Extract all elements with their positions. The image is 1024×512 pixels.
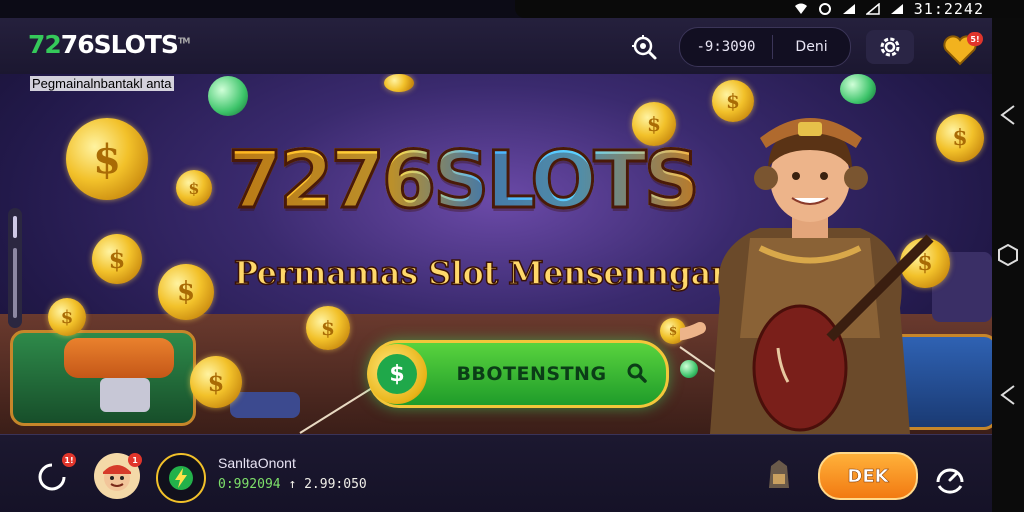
scroll-thumb[interactable] [13, 216, 17, 238]
slot-reel-decor [64, 338, 174, 378]
refresh-badge: 1! [62, 453, 76, 467]
home-icon[interactable] [998, 244, 1018, 266]
coin-decor: $ [176, 170, 212, 206]
go-button[interactable]: DEK [818, 452, 918, 500]
balance-amount: -9:3090 [696, 39, 756, 55]
winner-amount-sep: ↑ [288, 477, 297, 492]
search-button[interactable] [627, 30, 661, 64]
winner-amount: 0:992094 ↑ 2.99:050 [218, 477, 367, 492]
system-navigation-bar [992, 18, 1024, 512]
alarm-icon [818, 3, 831, 15]
speedometer-icon [936, 468, 964, 494]
banner-title: 7276SLOTS [227, 135, 702, 228]
system-status-bar: 31:2242 [515, 0, 1024, 18]
coin-decor: $ [66, 118, 148, 200]
hero-character-illustration [680, 118, 934, 434]
hero-banner[interactable]: $ $ $ $ $ $ $ $ $ $ $ $ 7276SLOTS Permam… [0, 74, 992, 434]
battery-icon [890, 4, 903, 14]
coin-decor: $ [92, 234, 142, 284]
recents-icon[interactable] [998, 384, 1018, 406]
side-scrollbar[interactable] [8, 208, 22, 328]
top-header: 7276SLOTSTM -9:3090 Deni 5! [0, 18, 992, 74]
app-window: 7276SLOTSTM -9:3090 Deni 5! Pegmainalnba… [0, 18, 992, 512]
avatar-badge: 1 [128, 453, 142, 467]
coin-decor: $ [48, 298, 86, 336]
coin-decor: $ [190, 356, 242, 408]
banner-tagline: Permamas Slot Mensenngan [233, 253, 735, 293]
settings-button[interactable] [866, 30, 914, 64]
search-icon [632, 35, 657, 60]
coin-decor [384, 74, 414, 92]
play-now-button[interactable]: $ BBOTENSTNG [367, 340, 669, 408]
clock: 31:2242 [913, 0, 984, 18]
coin-decor: $ [158, 264, 214, 320]
gem-decor [208, 76, 248, 116]
lightning-icon [169, 466, 193, 490]
gadget-decor [100, 378, 150, 412]
logo-mark: 72 [28, 30, 62, 59]
gear-icon [880, 37, 900, 57]
signal-icon [842, 4, 855, 14]
balance-pill[interactable]: -9:3090 Deni [679, 27, 851, 67]
scroll-track-mark [13, 248, 17, 318]
winner-amount-a: 0:992094 [218, 477, 281, 492]
winner-amount-b: 2.99:050 [304, 477, 367, 492]
bottom-bar: 1! 1 SanltaOnont 0:992094 ↑ 2.99:050 DEK [0, 434, 992, 512]
search-icon [627, 363, 647, 383]
dollar-symbol: $ [377, 354, 417, 394]
boost-button[interactable] [156, 453, 206, 503]
dollar-coin-icon: $ [367, 344, 427, 404]
logo-text: 76SLOTS [60, 30, 179, 59]
logo-tm: TM [177, 36, 190, 46]
coin-decor: $ [936, 114, 984, 162]
treasure-icon [769, 460, 789, 488]
username: Deni [795, 39, 828, 55]
status-icons: 31:2242 [794, 0, 984, 18]
toy-car-decor [230, 392, 300, 418]
coin-decor: $ [306, 306, 350, 350]
back-icon[interactable] [998, 104, 1018, 126]
app-logo[interactable]: 7276SLOTSTM [28, 30, 190, 59]
speed-button[interactable] [930, 459, 970, 495]
wifi-icon [794, 3, 807, 14]
notification-badge: 5! [967, 32, 983, 46]
winner-name: SanltaOnont [218, 455, 296, 471]
signal-2-icon [865, 3, 880, 15]
page-subtitle: Pegmainalnbantakl anta [30, 76, 174, 91]
treasure-button[interactable] [764, 457, 794, 491]
